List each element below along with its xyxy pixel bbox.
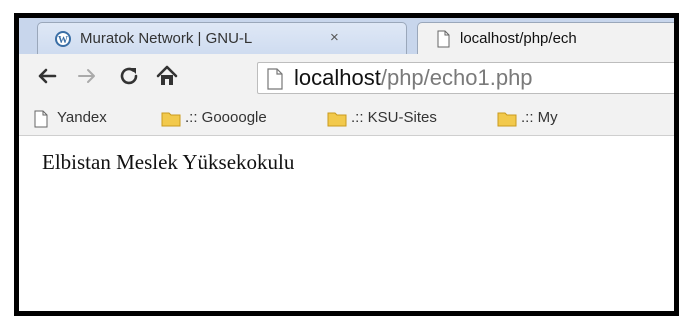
tab-strip: W Muratok Network | GNU-L × localhost/ph… [19, 18, 674, 54]
forward-arrow-icon[interactable] [75, 64, 99, 88]
tab-title: Muratok Network | GNU-L [80, 30, 253, 47]
url-path: /php/echo1.php [380, 65, 533, 90]
page-icon [267, 68, 283, 90]
browser-window: W Muratok Network | GNU-L × localhost/ph… [19, 18, 674, 311]
home-icon[interactable] [155, 64, 179, 88]
tab-title: localhost/php/ech [460, 30, 577, 47]
page-icon [34, 110, 48, 128]
page-icon [437, 30, 450, 48]
folder-icon [497, 112, 517, 127]
bookmark-label: .:: Goooogle [185, 109, 267, 126]
tab-muratok-network[interactable]: W Muratok Network | GNU-L × [37, 22, 407, 54]
bookmark-label: .:: My [521, 109, 558, 126]
page-body-text: Elbistan Meslek Yüksekokulu [42, 150, 295, 174]
svg-text:W: W [58, 35, 68, 46]
folder-icon [161, 112, 181, 127]
bookmark-label: .:: KSU-Sites [351, 109, 437, 126]
folder-icon [327, 112, 347, 127]
url-text: localhost/php/echo1.php [294, 64, 533, 92]
reload-icon[interactable] [117, 64, 141, 88]
address-bar[interactable]: localhost/php/echo1.php [257, 62, 674, 94]
bookmark-label: Yandex [57, 109, 107, 126]
bookmarks-bar: Yandex .:: Goooogle .:: KSU-Sites .:: My [19, 102, 674, 136]
wordpress-icon: W [55, 31, 71, 47]
page-content: Elbistan Meslek Yüksekokulu [19, 136, 674, 311]
screenshot-frame: W Muratok Network | GNU-L × localhost/ph… [14, 13, 679, 316]
tab-localhost[interactable]: localhost/php/ech [417, 22, 674, 54]
url-host: localhost [294, 65, 381, 90]
back-arrow-icon[interactable] [35, 64, 59, 88]
close-tab-icon[interactable]: × [330, 29, 339, 46]
navigation-toolbar: localhost/php/echo1.php [19, 54, 674, 102]
